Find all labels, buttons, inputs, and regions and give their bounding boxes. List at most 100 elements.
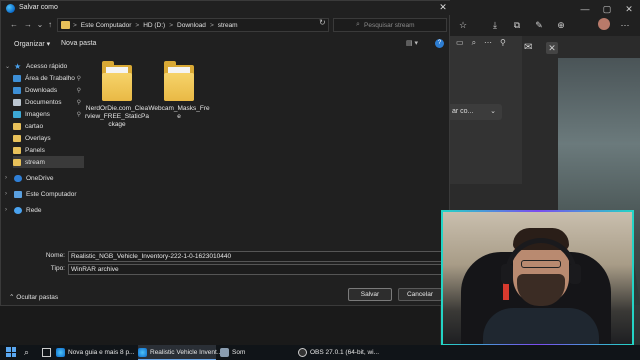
search-downloads-icon[interactable]: ⌕ <box>472 38 476 48</box>
breadcrumb-separator: > <box>209 22 214 29</box>
extensions-icon[interactable]: ✎ <box>532 18 546 32</box>
background-browser-toolbar: ☆ ⤓ ⧉ ✎ ⊕ ⋯ — ▢ ✕ <box>440 0 640 36</box>
file-name-field[interactable]: Realistic_NGB_Vehicle_Inventory-222-1-0-… <box>68 251 446 262</box>
nav-item-network[interactable]: › Rede <box>1 204 84 216</box>
taskbar-item-label: OBS 27.0.1 (64-bit, wi... <box>310 349 380 356</box>
breadcrumb-item[interactable]: Este Computador <box>81 22 132 29</box>
save-as-label: ar co... <box>452 108 474 115</box>
expand-chevron-icon[interactable]: › <box>5 175 12 181</box>
nav-item-onedrive[interactable]: › OneDrive <box>1 172 84 184</box>
forward-arrow-icon[interactable]: → <box>23 20 33 29</box>
taskbar-item[interactable]: Realistic Vehicle Invent... <box>138 345 222 360</box>
open-folder-icon[interactable]: ▭ <box>456 38 464 48</box>
more-options-icon[interactable]: ⋯ <box>484 38 492 48</box>
download-icon[interactable]: ⤓ <box>488 18 502 32</box>
pin-icon: ⚲ <box>76 75 81 82</box>
refresh-icon[interactable]: ↻ <box>319 18 326 27</box>
nav-item-overlays[interactable]: Overlays <box>13 132 84 144</box>
pin-icon: ⚲ <box>76 99 81 106</box>
breadcrumb-separator: > <box>169 22 174 29</box>
headset-earcup-left <box>501 264 513 284</box>
nav-item-images[interactable]: Imagens ⚲ <box>13 108 84 120</box>
dialog-close-button[interactable]: ✕ <box>437 2 449 13</box>
nav-item-label: OneDrive <box>26 174 54 182</box>
folder-icon <box>13 122 21 130</box>
nav-item-label: Documentos <box>25 98 62 106</box>
file-name-label: Nome: <box>45 252 65 259</box>
task-view-icon[interactable] <box>42 348 51 357</box>
organize-button[interactable]: Organizar ▾ <box>14 40 50 48</box>
recent-locations-icon[interactable]: ⌄ <box>35 20 45 29</box>
close-window-button[interactable]: ✕ <box>618 0 640 18</box>
nav-item-this-pc[interactable]: › Este Computador <box>1 188 84 200</box>
maximize-button[interactable]: ▢ <box>596 0 618 18</box>
collapse-chevron-icon[interactable]: ⌄ <box>5 63 12 70</box>
mail-icon[interactable]: ✉ <box>524 42 532 53</box>
taskbar-item[interactable]: Som <box>220 345 294 360</box>
taskbar-item-label: Realistic Vehicle Invent... <box>150 348 223 356</box>
address-bar[interactable]: > Este Computador > HD (D:) > Download >… <box>57 18 366 32</box>
taskbar-item-label: Nova guia e mais 8 p... <box>68 349 135 356</box>
nav-item-desktop[interactable]: Área de Trabalho ⚲ <box>13 72 84 84</box>
x-close-icon[interactable]: ✕ <box>546 42 558 54</box>
breadcrumb-item[interactable]: HD (D:) <box>143 22 165 29</box>
headset-earcup-right <box>569 264 581 284</box>
nav-item-label: Área de Trabalho <box>25 74 75 82</box>
person-shirt <box>483 308 599 344</box>
search-box[interactable]: ⌕ <box>333 18 447 32</box>
favorites-star-icon[interactable]: ☆ <box>456 18 470 32</box>
nav-item-quick-access[interactable]: ⌄ ★ Acesso rápido <box>1 60 84 72</box>
images-icon <box>13 110 21 118</box>
search-icon[interactable]: ⌕ <box>24 347 29 358</box>
download-icon <box>13 86 21 94</box>
cloud-icon <box>14 174 22 182</box>
nav-item-stream[interactable]: stream <box>13 156 84 168</box>
downloads-panel-toolbar: ▭ ⌕ ⋯ ⚲ <box>456 38 506 48</box>
up-arrow-icon[interactable]: ↑ <box>45 20 55 29</box>
nav-item-label: Rede <box>26 206 42 214</box>
expand-chevron-icon[interactable]: › <box>5 207 12 213</box>
dialog-titlebar: Salvar como ✕ <box>1 1 451 15</box>
network-icon <box>14 206 22 214</box>
taskbar: ⌕ Nova guia e mais 8 p... Realistic Vehi… <box>0 345 640 360</box>
more-menu-icon[interactable]: ⋯ <box>618 18 632 32</box>
hide-folders-toggle[interactable]: ⌃ Ocultar pastas <box>9 293 58 301</box>
file-item[interactable]: NerdOrDie.com_Clearview_FREE_StaticPacka… <box>85 61 149 129</box>
start-button-windows-icon[interactable] <box>6 347 16 357</box>
command-bar: Organizar ▾ Nova pasta ▤ ▾ ? <box>1 36 451 52</box>
new-folder-button[interactable]: Nova pasta <box>61 40 96 47</box>
file-type-select[interactable]: WinRAR archive <box>68 264 446 275</box>
save-as-dropdown[interactable]: ar co... ⌄ <box>446 104 502 120</box>
obs-icon <box>298 348 307 357</box>
settings-icon[interactable]: ⊕ <box>554 18 568 32</box>
collections-icon[interactable]: ⧉ <box>510 18 524 32</box>
help-icon[interactable]: ? <box>435 39 444 48</box>
file-item[interactable]: Webcam_Masks_Free <box>147 61 211 121</box>
minimize-button[interactable]: — <box>574 0 596 18</box>
expand-chevron-icon[interactable]: › <box>5 191 12 197</box>
breadcrumb-item[interactable]: stream <box>218 22 238 29</box>
taskbar-item[interactable]: OBS 27.0.1 (64-bit, wi... <box>298 345 379 360</box>
nav-item-panels[interactable]: Panels <box>13 144 84 156</box>
chevron-down-icon: ⌄ <box>490 108 496 115</box>
nav-item-downloads[interactable]: Downloads ⚲ <box>13 84 84 96</box>
nav-item-cartao[interactable]: cartao <box>13 120 84 132</box>
back-arrow-icon[interactable]: ← <box>9 20 19 29</box>
save-button[interactable]: Salvar <box>348 288 392 301</box>
breadcrumb: > Este Computador > HD (D:) > Download >… <box>73 22 238 29</box>
breadcrumb-item[interactable]: Download <box>177 22 206 29</box>
speaker-icon <box>220 348 229 357</box>
nav-item-label: Downloads <box>25 86 58 94</box>
window-controls: — ▢ ✕ <box>574 0 640 18</box>
nav-item-documents[interactable]: Documentos ⚲ <box>13 96 84 108</box>
folder-icon <box>13 134 21 142</box>
search-input[interactable] <box>364 20 444 30</box>
view-options-icon[interactable]: ▤ ▾ <box>406 39 418 47</box>
pin-icon[interactable]: ⚲ <box>500 38 506 48</box>
taskbar-item[interactable]: Nova guia e mais 8 p... <box>56 345 134 360</box>
nav-item-label: Overlays <box>25 134 51 142</box>
profile-avatar[interactable] <box>598 18 610 30</box>
nav-item-label: stream <box>25 158 45 166</box>
cancel-button[interactable]: Cancelar <box>398 288 442 301</box>
breadcrumb-separator: > <box>135 22 140 29</box>
